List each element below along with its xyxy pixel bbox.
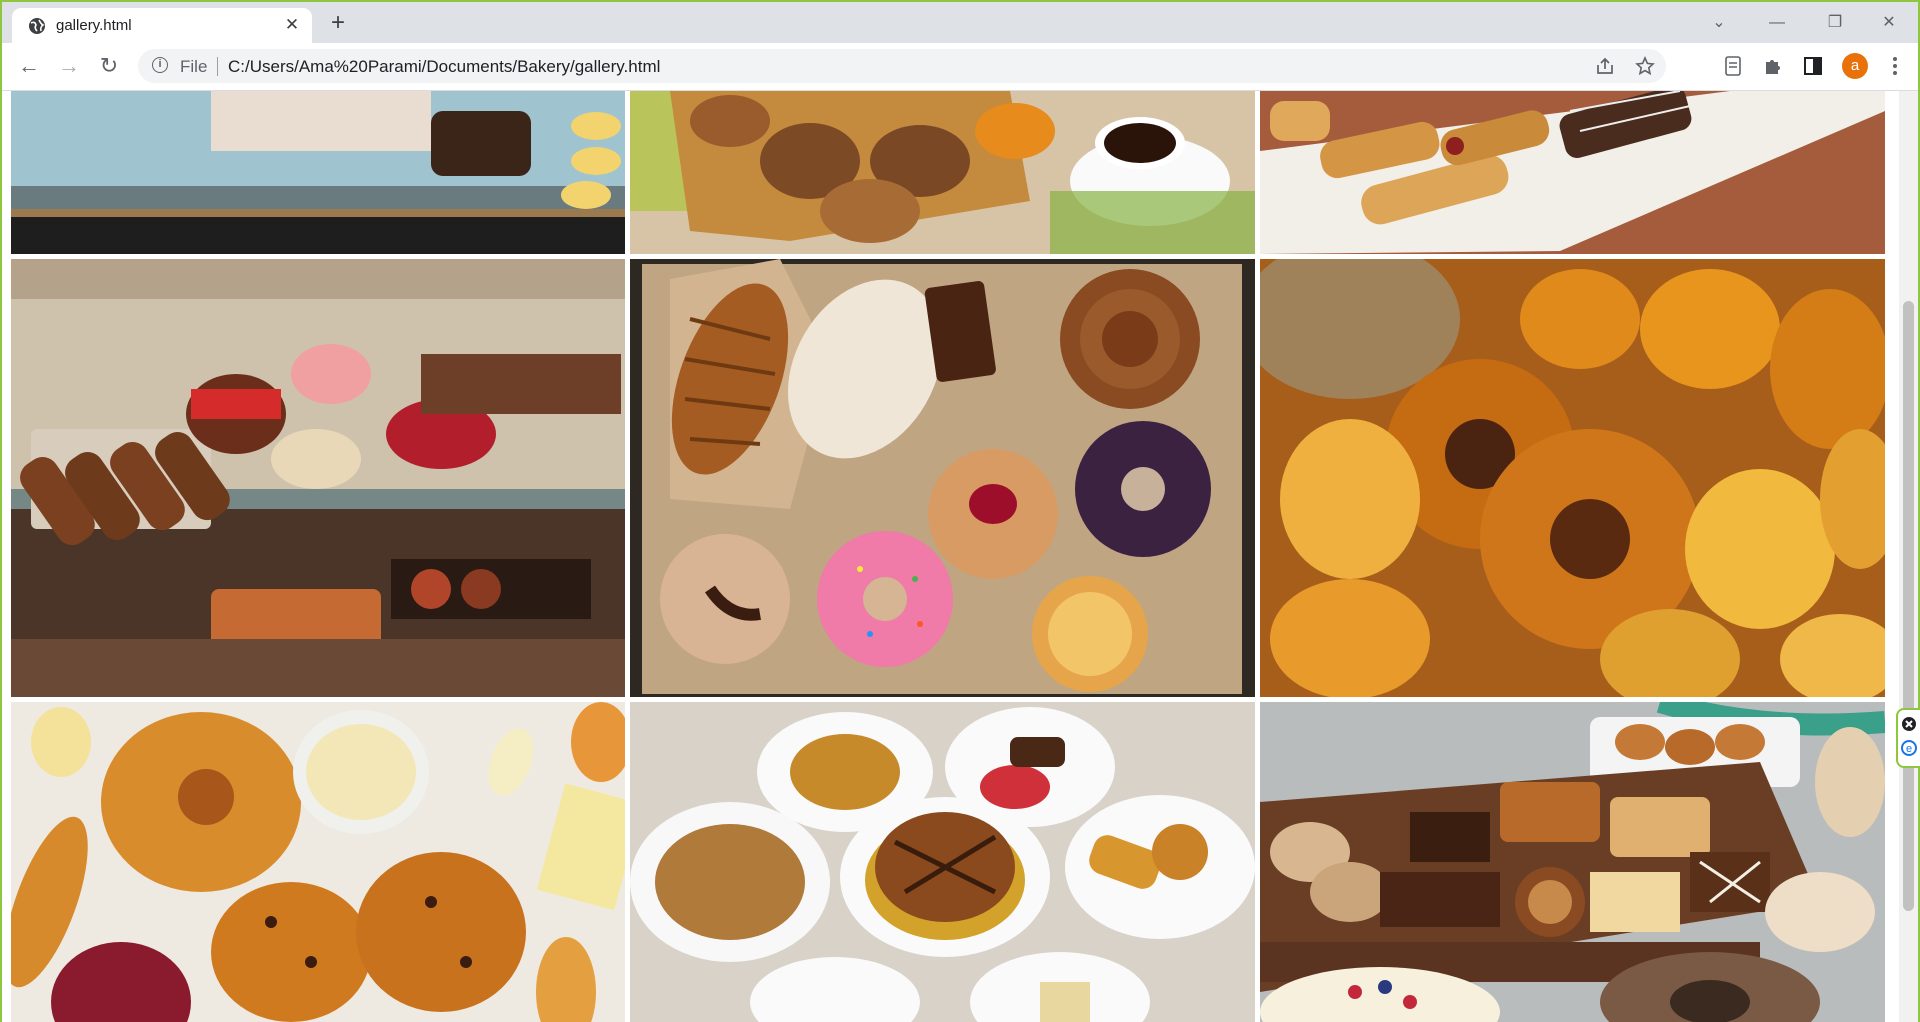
profile-avatar[interactable]: a (1842, 53, 1868, 79)
restore-button[interactable]: ❐ (1812, 8, 1858, 38)
back-button[interactable]: ← (14, 51, 44, 81)
vertical-scrollbar[interactable] (1899, 91, 1918, 1022)
gallery-image-croissants-butter (11, 702, 625, 1022)
browser-window: gallery.html ✕ + ⌄ — ❐ ✕ ← → ↻ i File C:… (0, 0, 1920, 1022)
gallery-image-pastry-plate (1260, 91, 1885, 254)
url-text[interactable]: C:/Users/Ama%20Parami/Documents/Bakery/g… (228, 57, 660, 77)
svg-text:e: e (1906, 743, 1912, 755)
tab-search-icon[interactable]: ⌄ (1696, 8, 1742, 38)
extensions-puzzle-icon[interactable] (1760, 53, 1786, 79)
divider (217, 57, 218, 76)
tab-close-icon[interactable]: ✕ (282, 15, 302, 35)
toolbar: ← → ↻ i File C:/Users/Ama%20Parami/Docum… (2, 43, 1918, 91)
close-window-button[interactable]: ✕ (1866, 8, 1912, 38)
gallery-image-display-case (11, 91, 625, 254)
tab-title: gallery.html (56, 17, 132, 34)
active-tab[interactable]: gallery.html ✕ (12, 8, 312, 43)
extension-side-widget[interactable]: e (1896, 708, 1920, 768)
address-bar[interactable]: i File C:/Users/Ama%20Parami/Documents/B… (138, 49, 1666, 83)
share-icon[interactable] (1594, 55, 1616, 77)
gallery-image-bagels (1260, 259, 1885, 697)
gallery-page (2, 91, 1899, 1022)
gallery-image-croissant-donut-box (630, 259, 1255, 697)
gallery-image-cookie-tray (1260, 702, 1885, 1022)
file-label: File (180, 57, 208, 76)
minimize-button[interactable]: — (1754, 8, 1800, 38)
forward-button[interactable]: → (54, 51, 84, 81)
gallery-image-pastry-case (11, 259, 625, 697)
menu-kebab-icon[interactable] (1882, 53, 1908, 79)
bookmark-star-icon[interactable] (1634, 55, 1656, 77)
reading-mode-icon[interactable] (1720, 53, 1746, 79)
scrollbar-thumb[interactable] (1903, 301, 1914, 911)
side-panel-icon[interactable] (1800, 53, 1826, 79)
new-tab-button[interactable]: + (324, 10, 352, 38)
gallery-image-plates-baked-goods (630, 702, 1255, 1022)
info-icon[interactable]: i (152, 57, 168, 73)
gallery-image-bread-coffee (630, 91, 1255, 254)
globe-icon (29, 18, 45, 34)
tab-bar: gallery.html ✕ + ⌄ — ❐ ✕ (2, 2, 1918, 43)
reload-button[interactable]: ↻ (94, 51, 124, 81)
